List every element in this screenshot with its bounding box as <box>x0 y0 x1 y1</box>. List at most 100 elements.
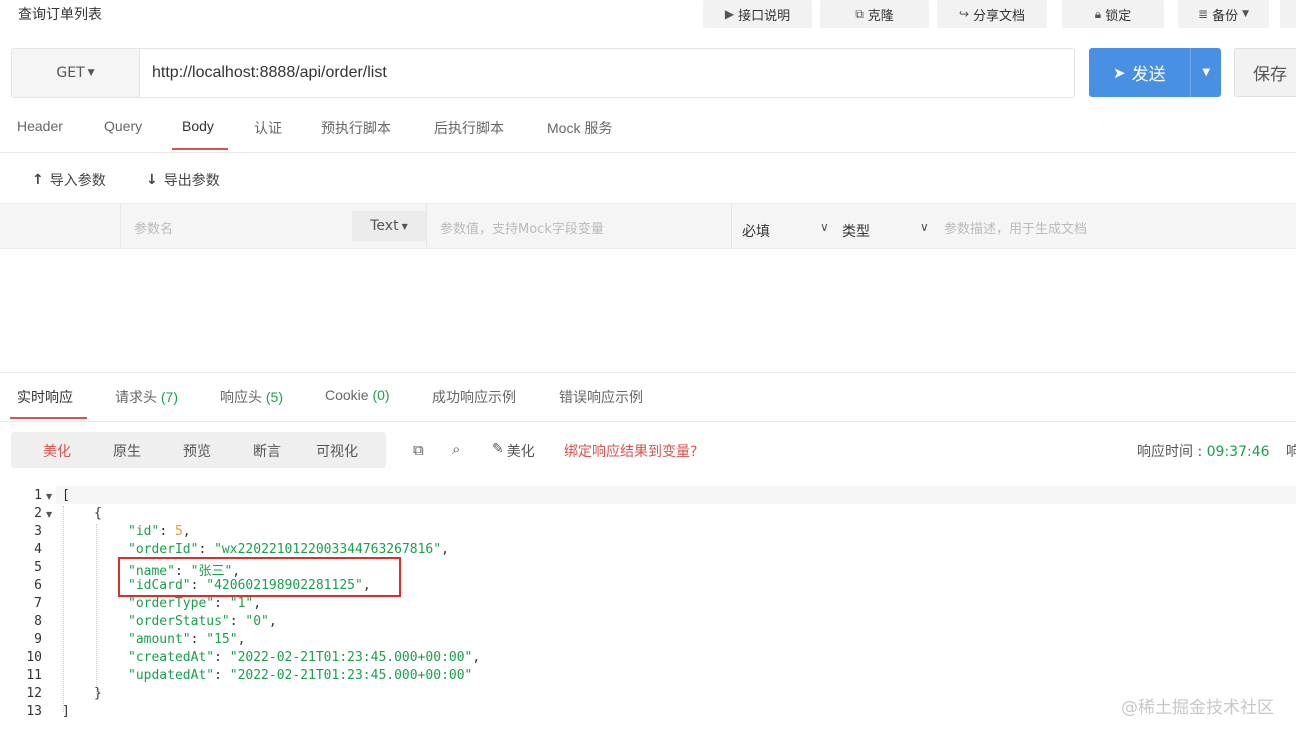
json-key: "id" <box>128 524 160 539</box>
json-line: "orderStatus": "0", <box>128 614 277 629</box>
fold-arrow-icon[interactable]: ▼ <box>46 492 52 501</box>
lock-icon: 🔒︎ <box>1094 6 1102 21</box>
line-number: 6 <box>34 578 42 593</box>
import-params-button[interactable]: ↑ 导入参数 <box>32 170 106 190</box>
count-badge: (5) <box>265 389 284 405</box>
tab-success-example[interactable]: 成功响应示例 <box>432 387 516 407</box>
tab-request-headers[interactable]: 请求头 (7) <box>115 387 178 407</box>
import-label: 导入参数 <box>49 173 106 189</box>
share-doc-button[interactable]: ↪ 分享文档 <box>937 0 1047 28</box>
play-icon: ▶ <box>724 7 735 21</box>
method-label: GET <box>56 65 85 81</box>
response-time-value: 09:37:46 <box>1206 444 1270 460</box>
json-key: "updatedAt" <box>128 668 215 683</box>
api-doc-label: 接口说明 <box>738 8 791 24</box>
view-mode-toolbar: 美化 原生 预览 断言 可视化 <box>11 432 386 468</box>
tab-response-headers[interactable]: 响应头 (5) <box>220 387 283 407</box>
caret-down-icon: ▼ <box>1242 9 1249 19</box>
beautify-label: 美化 <box>506 444 535 460</box>
param-name-input[interactable]: 参数名 <box>134 218 173 237</box>
copy-icon[interactable]: ⧉ <box>413 441 424 459</box>
json-line: ] <box>62 704 70 719</box>
tab-cookie[interactable]: Cookie (0) <box>325 387 390 403</box>
clone-label: 克隆 <box>867 8 894 24</box>
json-line: "id": 5, <box>128 524 191 539</box>
response-time: 响应时间 : 09:37:46 响 <box>1137 441 1296 461</box>
count-badge: (7) <box>160 389 179 405</box>
param-type-label: Text <box>370 218 399 234</box>
json-key: "createdAt" <box>128 650 215 665</box>
page-title: 查询订单列表 <box>18 7 102 23</box>
url-input[interactable]: http://localhost:8888/api/order/list <box>152 64 387 82</box>
tab-post-script[interactable]: 后执行脚本 <box>434 118 504 138</box>
required-select[interactable]: 必填 <box>742 221 770 241</box>
mode-visualize[interactable]: 可视化 <box>316 441 358 461</box>
mode-beautify[interactable]: 美化 <box>43 441 71 461</box>
active-tab-indicator <box>172 148 228 150</box>
mode-preview[interactable]: 预览 <box>183 441 211 461</box>
send-label: 发送 <box>1131 65 1166 85</box>
tab-header[interactable]: Header <box>17 118 63 134</box>
tab-label: 请求头 <box>115 389 157 405</box>
arrow-down-icon: ↓ <box>146 172 158 188</box>
line-number: 2 <box>34 506 42 521</box>
wand-icon: ✎ <box>492 441 504 457</box>
tab-auth[interactable]: 认证 <box>254 118 282 138</box>
lock-label: 锁定 <box>1105 8 1132 24</box>
json-line: "orderType": "1", <box>128 596 262 611</box>
response-time-label: 响应时间 : <box>1137 444 1203 460</box>
clone-button[interactable]: ⧉ 克隆 <box>820 0 929 28</box>
tab-query[interactable]: Query <box>104 118 142 134</box>
tab-label: Cookie <box>325 387 369 403</box>
json-key: "amount" <box>128 632 191 647</box>
copy-icon: ⧉ <box>855 6 864 21</box>
mode-assert[interactable]: 断言 <box>253 441 281 461</box>
export-label: 导出参数 <box>163 173 220 189</box>
line-number: 5 <box>34 560 42 575</box>
send-icon: ➤ <box>1113 63 1126 82</box>
line-number: 8 <box>34 614 42 629</box>
tab-realtime-response[interactable]: 实时响应 <box>17 387 73 407</box>
method-select[interactable]: GET ▼ <box>12 49 140 97</box>
json-value: "wx2202210122003344763267816" <box>214 542 442 557</box>
indent-guide <box>63 506 64 712</box>
tab-body[interactable]: Body <box>182 118 214 134</box>
json-line: } <box>94 686 102 701</box>
bind-result-link[interactable]: 绑定响应结果到变量? <box>564 441 697 461</box>
export-params-button[interactable]: ↓ 导出参数 <box>146 170 220 190</box>
line-gutter: 1 ▼ 2 ▼ 3 4 5 6 7 8 9 10 11 12 13 <box>0 486 56 736</box>
param-value-input[interactable]: 参数值，支持Mock字段变量 <box>440 218 604 237</box>
json-value: "15" <box>206 632 238 647</box>
json-line: { <box>94 506 102 521</box>
param-type-select[interactable]: Text ▼ <box>352 211 426 241</box>
tab-pre-script[interactable]: 预执行脚本 <box>321 118 391 138</box>
json-line: "createdAt": "2022-02-21T01:23:45.000+00… <box>128 650 481 665</box>
lock-button[interactable]: 🔒︎ 锁定 <box>1062 0 1164 28</box>
json-line: "amount": "15", <box>128 632 246 647</box>
save-button[interactable]: 保存 <box>1234 48 1296 97</box>
tab-error-example[interactable]: 错误响应示例 <box>559 387 643 407</box>
beautify-button[interactable]: ✎ 美化 <box>492 441 535 461</box>
share-label: 分享文档 <box>973 8 1026 24</box>
json-value: 5 <box>174 524 183 539</box>
line-number: 13 <box>26 704 42 719</box>
indent-guide <box>96 524 97 694</box>
more-button[interactable] <box>1280 0 1296 28</box>
tab-mock[interactable]: Mock 服务 <box>547 118 612 138</box>
fold-arrow-icon[interactable]: ▼ <box>46 510 52 519</box>
api-doc-button[interactable]: ▶ 接口说明 <box>703 0 812 28</box>
search-icon[interactable]: ⌕ <box>452 440 460 458</box>
share-icon: ↪ <box>958 7 970 21</box>
kind-select[interactable]: 类型 <box>842 221 870 241</box>
url-bar: GET ▼ http://localhost:8888/api/order/li… <box>11 48 1075 98</box>
param-desc-input[interactable]: 参数描述，用于生成文档 <box>944 218 1087 237</box>
send-button[interactable]: ➤ 发送 ▼ <box>1089 48 1221 97</box>
cell-divider <box>426 204 427 248</box>
json-value: "2022-02-21T01:23:45.000+00:00" <box>229 668 473 683</box>
line-number: 4 <box>34 542 42 557</box>
send-dropdown-icon[interactable]: ▼ <box>1190 48 1221 97</box>
response-editor[interactable]: 1 ▼ 2 ▼ 3 4 5 6 7 8 9 10 11 12 13 [ { "i… <box>0 486 1296 736</box>
mode-raw[interactable]: 原生 <box>113 441 141 461</box>
json-key: "orderStatus" <box>128 614 230 629</box>
backup-button[interactable]: ≣ 备份 ▼ <box>1178 0 1269 28</box>
